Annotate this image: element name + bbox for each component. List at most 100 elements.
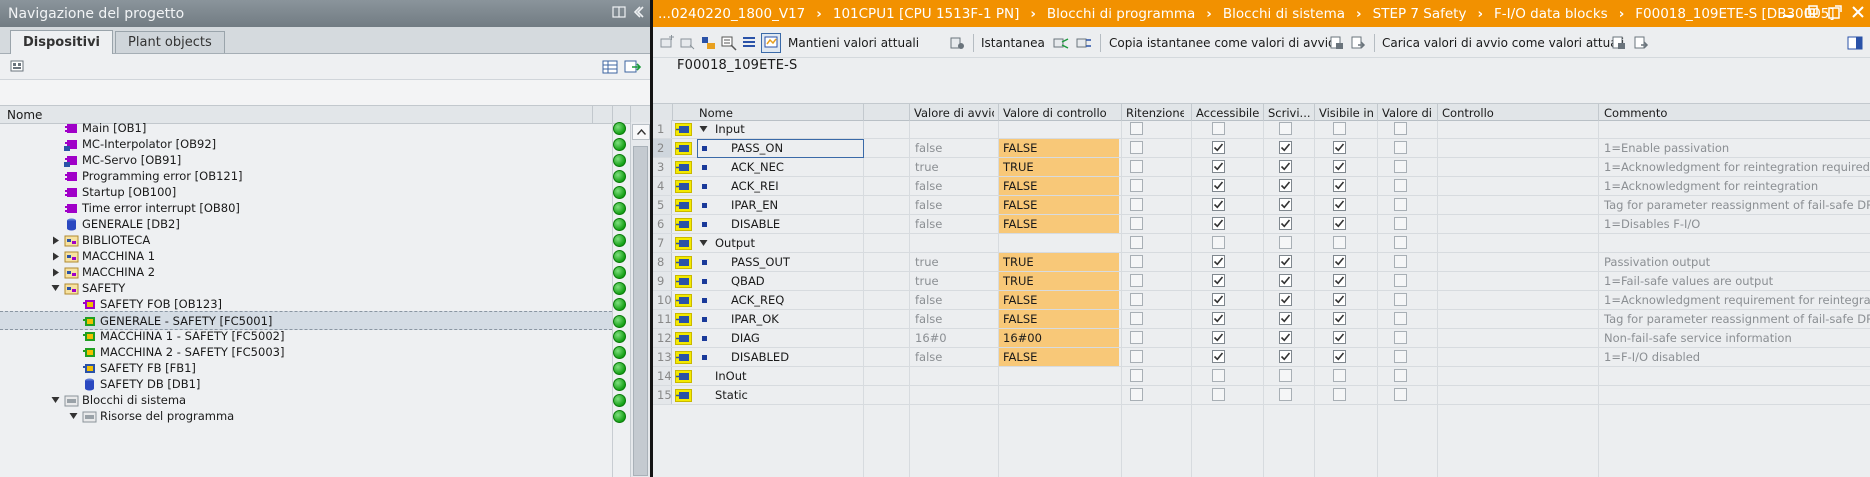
column-visible-header[interactable]: Visibile in ... <box>1319 106 1374 120</box>
accessible-checkbox[interactable] <box>1212 179 1225 192</box>
writable-checkbox[interactable] <box>1279 388 1292 401</box>
row-number[interactable]: 10 <box>653 291 672 309</box>
accessible-checkbox[interactable] <box>1212 236 1225 249</box>
copy-snapshot-button[interactable]: Copia istantanee come valori di avvio <box>1109 36 1335 50</box>
copy-values-all-icon[interactable] <box>1350 35 1366 51</box>
retain-checkbox[interactable] <box>1130 217 1143 230</box>
start-value[interactable]: false <box>915 198 942 212</box>
visible-checkbox[interactable] <box>1333 255 1346 268</box>
column-accessible-header[interactable]: Accessibile ... <box>1196 106 1260 120</box>
visible-checkbox[interactable] <box>1333 369 1346 382</box>
row-number[interactable]: 8 <box>653 253 672 271</box>
expand-arrow-icon[interactable] <box>52 236 60 245</box>
setpoint-checkbox[interactable] <box>1394 331 1407 344</box>
monitor-value[interactable]: TRUE <box>999 253 1119 271</box>
accessible-checkbox[interactable] <box>1212 350 1225 363</box>
table-row[interactable]: 10 ACK_REQ false FALSE 1=Acknowledgment requ… <box>653 291 1870 310</box>
setpoint-checkbox[interactable] <box>1394 141 1407 154</box>
column-setpoint-header[interactable]: Valore di i... <box>1382 106 1432 120</box>
start-value[interactable]: false <box>915 179 942 193</box>
table-row[interactable]: 3 ACK_NEC true TRUE 1=Acknowledgment for rei… <box>653 158 1870 177</box>
column-start-value-header[interactable]: Valore di avvio <box>914 106 994 120</box>
accessible-checkbox[interactable] <box>1212 160 1225 173</box>
start-value[interactable]: false <box>915 312 942 326</box>
tab-plant-objects[interactable]: Plant objects <box>115 31 225 53</box>
tag-name[interactable]: IPAR_OK <box>731 312 779 326</box>
tag-comment[interactable]: 1=F-I/O disabled <box>1604 350 1700 364</box>
snapshot-button[interactable]: Istantanea <box>981 36 1045 50</box>
writable-checkbox[interactable] <box>1279 255 1292 268</box>
accessible-checkbox[interactable] <box>1212 369 1225 382</box>
setpoint-checkbox[interactable] <box>1394 255 1407 268</box>
tag-name[interactable]: DISABLED <box>731 350 789 364</box>
retain-checkbox[interactable] <box>1130 198 1143 211</box>
column-monitor-value-header[interactable]: Valore di controllo <box>1003 106 1118 120</box>
retain-checkbox[interactable] <box>1130 236 1143 249</box>
maximize-icon[interactable] <box>1804 5 1818 19</box>
table-row[interactable]: 11 IPAR_OK false FALSE Tag for parameter rea… <box>653 310 1870 329</box>
writable-checkbox[interactable] <box>1279 179 1292 192</box>
start-value[interactable]: false <box>915 141 942 155</box>
table-row[interactable]: 14 InOut <box>653 367 1870 386</box>
tag-name[interactable]: ACK_REQ <box>731 293 784 307</box>
accessible-checkbox[interactable] <box>1212 217 1225 230</box>
copy-values-icon[interactable] <box>1329 35 1345 51</box>
load-values-icon[interactable] <box>1611 35 1627 51</box>
retain-checkbox[interactable] <box>1130 350 1143 363</box>
tag-comment[interactable]: 1=Disables F-I/O <box>1604 217 1700 231</box>
start-value[interactable]: true <box>915 255 939 269</box>
tag-comment[interactable]: 1=Acknowledgment for reintegration requi… <box>1604 160 1870 174</box>
row-number[interactable]: 9 <box>653 272 672 290</box>
retain-checkbox[interactable] <box>1130 331 1143 344</box>
visible-checkbox[interactable] <box>1333 312 1346 325</box>
writable-checkbox[interactable] <box>1279 293 1292 306</box>
start-value[interactable]: false <box>915 350 942 364</box>
expand-all-icon[interactable] <box>701 35 717 51</box>
tag-name[interactable]: PASS_OUT <box>731 255 790 269</box>
snapshot-camera-icon[interactable] <box>1053 35 1069 51</box>
visible-checkbox[interactable] <box>1333 293 1346 306</box>
collapse-arrow-icon[interactable] <box>699 125 708 133</box>
writable-checkbox[interactable] <box>1279 198 1292 211</box>
tag-name[interactable]: IPAR_EN <box>731 198 778 212</box>
tag-comment[interactable]: 1=Acknowledgment for reintegration <box>1604 179 1818 193</box>
collapse-all-icon[interactable] <box>721 35 737 51</box>
setpoint-checkbox[interactable] <box>1394 312 1407 325</box>
visible-checkbox[interactable] <box>1333 198 1346 211</box>
breadcrumb-item[interactable]: Blocchi di sistema <box>1223 6 1345 22</box>
snapshot-compare-icon[interactable] <box>1076 35 1092 51</box>
accessible-checkbox[interactable] <box>1212 274 1225 287</box>
tag-comment[interactable]: Tag for parameter reassignment of fail-s… <box>1604 198 1870 212</box>
breadcrumb-item[interactable]: 101CPU1 [CPU 1513F-1 PN] <box>833 6 1019 22</box>
start-value[interactable]: true <box>915 160 939 174</box>
accessible-checkbox[interactable] <box>1212 141 1225 154</box>
breadcrumb-item[interactable]: ...0240220_1800_V17 <box>658 6 805 22</box>
row-number[interactable]: 11 <box>653 310 672 328</box>
tree-item[interactable]: Risorse del programma <box>0 407 626 426</box>
writable-checkbox[interactable] <box>1279 350 1292 363</box>
scroll-thumb[interactable] <box>633 146 648 476</box>
column-writable-header[interactable]: Scrivi... <box>1268 106 1310 120</box>
row-number[interactable]: 1 <box>653 120 672 138</box>
setpoint-checkbox[interactable] <box>1394 274 1407 287</box>
tag-name[interactable]: ACK_REI <box>731 179 779 193</box>
tab-dispositivi[interactable]: Dispositivi <box>10 30 114 54</box>
setpoint-checkbox[interactable] <box>1394 388 1407 401</box>
monitor-all-icon[interactable] <box>761 33 781 53</box>
accessible-checkbox[interactable] <box>1212 293 1225 306</box>
accessible-checkbox[interactable] <box>1212 198 1225 211</box>
visible-checkbox[interactable] <box>1333 217 1346 230</box>
tag-name[interactable]: QBAD <box>731 274 765 288</box>
accessible-checkbox[interactable] <box>1212 312 1225 325</box>
list-view-icon[interactable] <box>741 35 757 51</box>
close-icon[interactable] <box>1852 5 1864 19</box>
column-supervision-header[interactable]: Controllo <box>1442 106 1542 120</box>
setpoint-checkbox[interactable] <box>1394 236 1407 249</box>
tag-name[interactable]: Input <box>715 122 745 136</box>
table-row[interactable]: 6 DISABLE false FALSE 1=Disables F-I/O <box>653 215 1870 234</box>
retain-checkbox[interactable] <box>1130 179 1143 192</box>
monitor-value[interactable]: FALSE <box>999 348 1119 366</box>
tag-comment[interactable]: Tag for parameter reassignment of fail-s… <box>1604 312 1870 326</box>
tag-name[interactable]: InOut <box>715 369 747 383</box>
column-comment-header[interactable]: Commento <box>1604 106 1804 120</box>
